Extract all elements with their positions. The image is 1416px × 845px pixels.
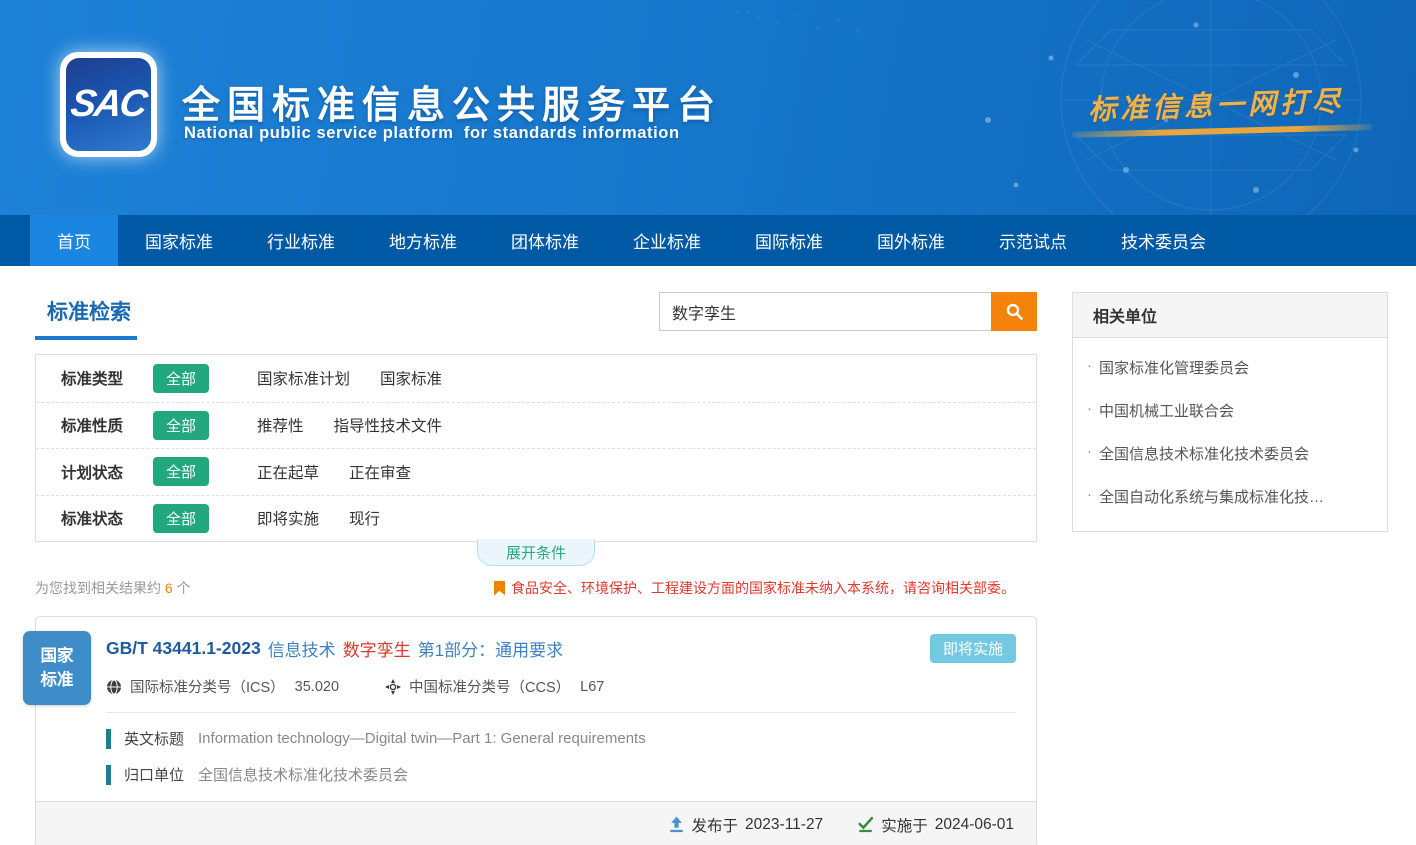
section-title-underline: 标准检索: [35, 292, 137, 340]
filter-all-button[interactable]: 全部: [153, 504, 209, 533]
standard-code-link[interactable]: GB/T 43441.1-2023: [106, 638, 261, 659]
standard-result-card: 国家 标准 GB/T 43441.1-2023 信息技术 数字孪生 第1部分：通…: [35, 616, 1037, 845]
standard-title-part1[interactable]: 信息技术: [268, 636, 336, 661]
expand-conditions-button[interactable]: 展开条件: [477, 539, 595, 566]
nav-item-technical-committee[interactable]: 技术委员会: [1094, 215, 1233, 266]
search-input[interactable]: [659, 292, 991, 331]
nav-item-foreign-standards[interactable]: 国外标准: [850, 215, 972, 266]
filter-option[interactable]: 国家标准计划: [257, 367, 350, 389]
nav-item-international-standards[interactable]: 国际标准: [728, 215, 850, 266]
search-icon: [1005, 302, 1024, 321]
related-unit-link[interactable]: · 国家标准化管理委员会: [1073, 338, 1387, 381]
nav-item-enterprise-standards[interactable]: 企业标准: [606, 215, 728, 266]
implemented-date-item: 实施于 2024-06-01: [857, 814, 1014, 836]
main-nav: 首页 国家标准 行业标准 地方标准 团体标准 企业标准 国际标准 国外标准 示范…: [0, 215, 1416, 266]
related-units-title: 相关单位: [1073, 293, 1387, 338]
filter-option[interactable]: 现行: [349, 507, 380, 529]
site-title: 全国标准信息公共服务平台: [182, 74, 722, 129]
related-unit-label: 全国信息技术标准化技术委员会: [1099, 443, 1309, 464]
filter-option[interactable]: 指导性技术文件: [334, 414, 443, 436]
related-units-panel: 相关单位 · 国家标准化管理委员会 · 中国机械工业联合会 · 全国信息技术标准…: [1072, 292, 1388, 532]
related-unit-label: 中国机械工业联合会: [1099, 400, 1234, 421]
nav-item-home[interactable]: 首页: [30, 215, 118, 266]
page-content: 标准检索 标准类型 全部 国家标准计划 国家标准 标准: [35, 266, 1388, 845]
related-unit-label: 全国自动化系统与集成标准化技…: [1099, 486, 1324, 507]
filter-option[interactable]: 正在起草: [257, 461, 319, 483]
filter-row-standard-status: 标准状态 全部 即将实施 现行: [36, 495, 1036, 542]
committee-row: 归口单位 全国信息技术标准化技术委员会: [106, 764, 1016, 785]
compass-icon: [385, 679, 401, 695]
nav-item-group-standards[interactable]: 团体标准: [484, 215, 606, 266]
status-badge: 即将实施: [930, 634, 1016, 663]
implemented-label: 实施于: [881, 814, 928, 836]
nav-item-pilot[interactable]: 示范试点: [972, 215, 1094, 266]
teal-bar: [106, 765, 111, 785]
sac-logo-text: SAC: [68, 83, 148, 126]
standard-title-part2[interactable]: 第1部分：通用要求: [418, 636, 563, 661]
type-badge-line2: 标准: [41, 668, 74, 692]
filter-all-button[interactable]: 全部: [153, 364, 209, 393]
filter-row-plan-status: 计划状态 全部 正在起草 正在审查: [36, 448, 1036, 495]
result-count-prefix: 为您找到相关结果约: [35, 580, 165, 596]
section-title: 标准检索: [35, 292, 137, 336]
implemented-date: 2024-06-01: [935, 816, 1014, 834]
standard-type-badge: 国家 标准: [23, 631, 91, 705]
filter-option[interactable]: 推荐性: [257, 414, 304, 436]
bullet: ·: [1087, 443, 1092, 464]
card-divider: [106, 712, 1016, 713]
standard-title-highlight[interactable]: 数字孪生: [343, 636, 411, 661]
type-badge-line1: 国家: [41, 644, 74, 668]
filter-option[interactable]: 国家标准: [380, 367, 442, 389]
notice-text: 食品安全、环境保护、工程建设方面的国家标准未纳入本系统，请咨询相关部委。: [511, 578, 1015, 598]
filter-option[interactable]: 正在审查: [349, 461, 411, 483]
bullet: ·: [1087, 357, 1092, 378]
filter-label: 标准状态: [61, 507, 153, 529]
related-unit-link[interactable]: · 全国自动化系统与集成标准化技…: [1073, 467, 1387, 531]
english-title-value: Information technology—Digital twin—Part…: [198, 730, 646, 747]
card-footer: 发布于 2023-11-27 实施于 2024-06-01: [36, 801, 1036, 845]
nav-item-local-standards[interactable]: 地方标准: [362, 215, 484, 266]
filter-all-button[interactable]: 全部: [153, 457, 209, 486]
filter-label: 标准类型: [61, 367, 153, 389]
published-date-item: 发布于 2023-11-27: [668, 814, 824, 836]
result-count-number: 6: [165, 580, 173, 596]
filter-label: 计划状态: [61, 461, 153, 483]
english-title-label: 英文标题: [124, 728, 184, 749]
bookmark-icon: [494, 581, 505, 596]
filter-panel: 标准类型 全部 国家标准计划 国家标准 标准性质 全部 推荐性 指导性技术文件 …: [35, 354, 1037, 542]
search-button[interactable]: [991, 292, 1037, 331]
filter-all-button[interactable]: 全部: [153, 411, 209, 440]
result-count-suffix: 个: [173, 580, 191, 596]
english-title-row: 英文标题 Information technology—Digital twin…: [106, 728, 1016, 749]
bullet: ·: [1087, 400, 1092, 421]
published-date: 2023-11-27: [745, 816, 823, 834]
result-count: 为您找到相关结果约 6 个: [35, 578, 191, 598]
globe-icon: [106, 679, 122, 695]
sac-logo: SAC: [60, 52, 157, 157]
implement-check-icon: [857, 816, 874, 833]
publish-icon: [668, 816, 685, 833]
site-subtitle: National public service platform for sta…: [184, 124, 680, 143]
filter-label: 标准性质: [61, 414, 153, 436]
bullet: ·: [1087, 486, 1092, 507]
ics-value: 35.020: [295, 679, 339, 695]
committee-value: 全国信息技术标准化技术委员会: [198, 764, 408, 785]
ccs-value: L67: [580, 679, 604, 695]
filter-option[interactable]: 即将实施: [257, 507, 319, 529]
ics-label: 国际标准分类号（ICS）: [130, 676, 285, 697]
filter-row-standard-type: 标准类型 全部 国家标准计划 国家标准: [36, 355, 1036, 402]
published-label: 发布于: [692, 814, 739, 836]
teal-bar: [106, 729, 111, 749]
related-unit-link[interactable]: · 全国信息技术标准化技术委员会: [1073, 424, 1387, 467]
filter-row-standard-nature: 标准性质 全部 推荐性 指导性技术文件: [36, 402, 1036, 449]
system-notice: 食品安全、环境保护、工程建设方面的国家标准未纳入本系统，请咨询相关部委。: [494, 578, 1015, 598]
committee-label: 归口单位: [124, 764, 184, 785]
nav-item-national-standards[interactable]: 国家标准: [118, 215, 240, 266]
related-unit-label: 国家标准化管理委员会: [1099, 357, 1249, 378]
header-banner: SAC 全国标准信息公共服务平台 National public service…: [0, 0, 1416, 215]
ccs-label: 中国标准分类号（CCS）: [409, 676, 570, 697]
nav-item-industry-standards[interactable]: 行业标准: [240, 215, 362, 266]
related-unit-link[interactable]: · 中国机械工业联合会: [1073, 381, 1387, 424]
